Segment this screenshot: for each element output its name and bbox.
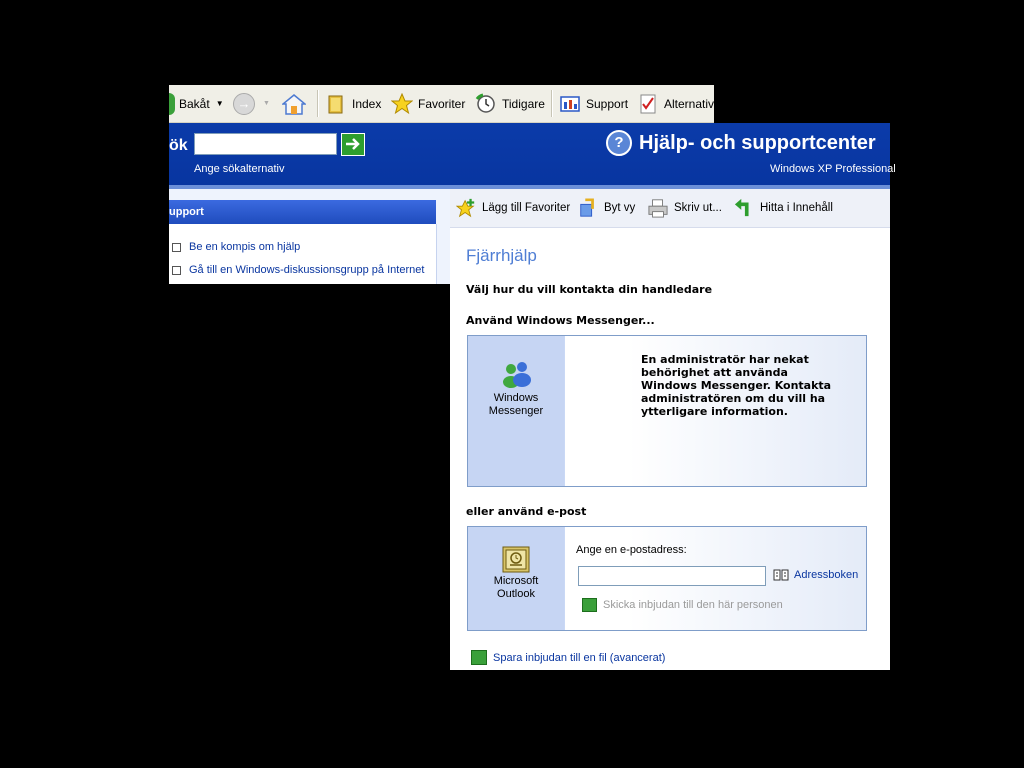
home-icon [282,93,306,115]
help-icon: ? [606,130,632,156]
page-title: Fjärrhjälp [466,246,537,265]
sync-toc-icon [734,198,749,217]
support-list: Be en kompis om hjälp Gå till en Windows… [169,224,437,284]
arrow-right-icon [346,138,360,150]
page-subtitle: Välj hur du vill kontakta din handledare [466,283,713,296]
send-invitation-button[interactable]: Skicka inbjudan till den här personen [582,598,783,612]
search-label: ök [169,137,188,154]
email-field[interactable] [578,566,766,586]
forward-icon: → [233,92,255,115]
messenger-panel: Windows Messenger En administratör har n… [467,335,867,487]
search-go-button[interactable] [341,133,365,156]
add-favorite-star-icon [456,198,475,218]
messenger-disabled-message: En administratör har nekat behörighet at… [641,353,832,418]
forward-button[interactable]: → ▼ [233,85,270,122]
favorites-button[interactable]: Favoriter [391,85,465,122]
address-book-link[interactable]: Adressboken [773,569,858,581]
back-icon [169,92,175,115]
help-center-title: ? Hjälp- och supportcenter [606,130,876,156]
outlook-icon [502,546,530,573]
messenger-icon [503,362,531,388]
list-item-ask-friend[interactable]: Be en kompis om hjälp [169,241,300,253]
change-view-button[interactable]: Byt vy [578,189,635,227]
outlook-app-label: Microsoft Outlook [493,575,539,600]
toolbar-separator [551,90,553,117]
options-button[interactable]: Alternativ [637,85,714,122]
toolbar-separator [317,90,319,117]
book-icon [328,95,343,113]
history-icon [475,93,495,113]
change-view-icon [580,198,594,217]
support-button[interactable]: Support [559,85,628,122]
go-arrow-icon [582,598,597,612]
bullet-icon [172,242,181,252]
list-item-newsgroup[interactable]: Gå till en Windows-diskussionsgrupp på I… [169,264,424,276]
address-book-icon [773,569,789,581]
add-to-favorites-button[interactable]: Lägg till Favoriter [456,189,570,227]
home-button[interactable] [282,85,306,122]
printer-icon [648,199,668,218]
print-button[interactable]: Skriv ut... [648,189,722,227]
email-heading: eller använd e-post [466,505,587,518]
search-options-link[interactable]: Ange sökalternativ [194,163,285,175]
main-toolbar: Bakåt ▼ → ▼ Index Favoriter Tidigare Sup… [169,85,714,123]
history-button[interactable]: Tidigare [475,85,545,122]
checklist-icon [640,94,656,113]
support-section-header: upport [169,200,436,224]
support-icon [560,95,580,112]
messenger-app-label: Windows Messenger [488,392,544,417]
back-button[interactable]: Bakåt ▼ [169,85,224,122]
bullet-icon [172,265,181,275]
email-label: Ange en e-postadress: [576,544,687,556]
index-button[interactable]: Index [325,85,381,122]
back-dropdown-icon[interactable]: ▼ [216,99,224,108]
go-arrow-icon [471,650,487,665]
messenger-heading: Använd Windows Messenger... [466,314,655,327]
find-in-contents-button[interactable]: Hitta i Innehåll [734,189,833,227]
windows-edition: Windows XP Professional [770,163,896,175]
save-invitation-link[interactable]: Spara inbjudan till en fil (avancerat) [471,650,665,665]
star-icon [391,92,413,114]
outlook-panel: Microsoft Outlook Ange en e-postadress: … [467,526,867,631]
forward-dropdown-icon[interactable]: ▼ [263,100,270,107]
search-input[interactable] [194,133,337,155]
